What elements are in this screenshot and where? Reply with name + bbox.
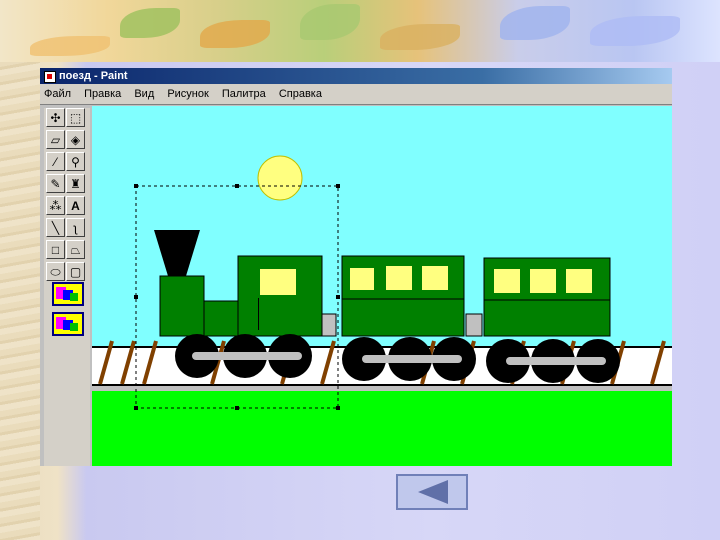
wagon-window — [494, 269, 520, 293]
floral-banner — [0, 0, 720, 62]
axle-rod — [192, 352, 302, 360]
pencil-icon[interactable]: ✎ — [46, 174, 65, 193]
axle-rod — [362, 355, 462, 363]
menu-view[interactable]: Вид — [134, 88, 154, 100]
menu-help[interactable]: Справка — [279, 88, 322, 100]
menu-image[interactable]: Рисунок — [167, 88, 209, 100]
wagon-window — [566, 269, 592, 293]
picker-icon[interactable]: ⁄ — [46, 152, 65, 171]
wagon-1 — [341, 255, 483, 337]
wheels — [175, 334, 620, 383]
polygon-icon[interactable]: ⏢ — [66, 240, 85, 259]
parchment-background — [0, 0, 40, 540]
cab — [237, 255, 323, 337]
rect-select-icon[interactable]: ⬚ — [66, 108, 85, 127]
menu-file[interactable]: Файл — [44, 88, 71, 100]
window-title: поезд - Paint — [59, 70, 128, 82]
wagon-2 — [483, 257, 611, 337]
rounded-rect-icon[interactable]: ▢ — [66, 262, 85, 281]
ellipse-icon[interactable]: ⬭ — [46, 262, 65, 281]
color-swatch-icon — [56, 317, 78, 331]
wagon-window — [422, 266, 448, 290]
curve-icon[interactable]: ʅ — [66, 218, 85, 237]
sun — [257, 155, 303, 201]
left-triangle-icon — [418, 480, 448, 504]
wagon-window — [386, 266, 412, 290]
coupler — [465, 313, 483, 337]
wagon-window — [530, 269, 556, 293]
boiler-front — [159, 275, 205, 337]
axle-rod — [506, 357, 606, 365]
toolbox: ✣ ⬚ ▱ ◈ ⁄ ⚲ ✎ ♜ ⁂ A ╲ ʅ □ ⏢ ⬭ ▢ — [44, 108, 90, 466]
cab-door-line — [258, 298, 259, 330]
paint-app-icon — [44, 71, 56, 83]
eraser-icon[interactable]: ▱ — [46, 130, 65, 149]
text-icon[interactable]: A — [66, 196, 85, 215]
free-select-icon[interactable]: ✣ — [46, 108, 65, 127]
rectangle-icon[interactable]: □ — [46, 240, 65, 259]
menu-palette[interactable]: Палитра — [222, 88, 266, 100]
coupler — [321, 313, 337, 337]
menu-bar: Файл Правка Вид Рисунок Палитра Справка — [40, 84, 672, 105]
back-button[interactable] — [396, 474, 468, 510]
paint-window: поезд - Paint Файл Правка Вид Рисунок Па… — [40, 68, 672, 466]
grass — [92, 391, 672, 466]
fill-icon[interactable]: ◈ — [66, 130, 85, 149]
menu-edit[interactable]: Правка — [84, 88, 121, 100]
drawing-canvas[interactable] — [92, 106, 672, 466]
wagon-window — [350, 268, 374, 290]
magnifier-icon[interactable]: ⚲ — [66, 152, 85, 171]
color-indicator-secondary[interactable] — [52, 312, 84, 336]
boiler-mid — [203, 300, 239, 337]
airbrush-icon[interactable]: ⁂ — [46, 196, 65, 215]
color-indicator-primary[interactable] — [52, 282, 84, 306]
line-icon[interactable]: ╲ — [46, 218, 65, 237]
brush-icon[interactable]: ♜ — [66, 174, 85, 193]
color-swatch-icon — [56, 287, 78, 301]
cab-window — [260, 269, 296, 295]
title-bar: поезд - Paint — [40, 68, 672, 84]
